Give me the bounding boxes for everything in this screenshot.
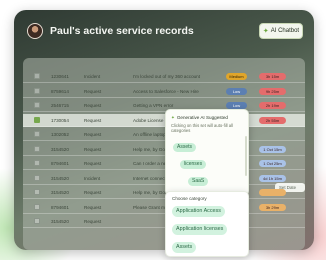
- due-badge: 3h 15m: [259, 73, 286, 80]
- record-description: I'm locked out of my 360 account: [133, 74, 201, 79]
- record-id: 3154520: [51, 175, 69, 181]
- due-badge: 1 Oct 15m: [259, 145, 286, 153]
- table-row[interactable]: 8759614 Request Access to Salesforce - New…: [23, 85, 305, 98]
- due-badge: 1 Oct 25m: [259, 160, 286, 167]
- record-type: Request: [84, 88, 102, 94]
- table-row[interactable]: 1302052 Request An offline laptop: [23, 128, 305, 141]
- table-row[interactable]: 1730054RequestAdobe LicenseHigh2h 55m: [23, 113, 305, 127]
- record-id: 3154520: [51, 146, 69, 152]
- category-option-assets[interactable]: Assets: [172, 242, 197, 253]
- row-checkbox[interactable]: [34, 189, 40, 195]
- category-dropdown: Choose category Application Access Appli…: [165, 191, 249, 257]
- record-type: Request: [84, 219, 102, 224]
- row-checkbox[interactable]: [34, 87, 40, 94]
- record-id: 1730054: [51, 117, 69, 123]
- table-row[interactable]: 8794601 Request Can I order a new... 1 Oct …: [23, 157, 305, 170]
- record-id: 1302052: [51, 132, 69, 137]
- priority-badge: Low: [226, 87, 247, 95]
- sparkle-icon: ✦: [262, 28, 269, 35]
- ai-chatbot-button[interactable]: ✦ AI Chatbot: [259, 23, 303, 39]
- record-description: An offline laptop: [133, 132, 166, 137]
- ai-chatbot-label: AI Chatbot: [270, 28, 300, 34]
- record-id: 3154520: [51, 219, 69, 224]
- ai-chip-saas[interactable]: SaaS: [188, 177, 209, 186]
- record-type: Request: [84, 204, 102, 210]
- sparkle-icon: ✦: [171, 115, 175, 120]
- table-row[interactable]: 8794601 Request Please Grant me... 3h 29m: [23, 201, 305, 214]
- records-table: Set Date 1230641 Incident I'm locked out o…: [23, 58, 305, 250]
- avatar: [27, 23, 43, 39]
- row-checkbox[interactable]: [34, 73, 40, 79]
- record-type: Incident: [84, 175, 101, 181]
- ai-chip-licenses[interactable]: licenses: [180, 160, 207, 169]
- category-option-application-access[interactable]: Application Access: [172, 206, 225, 217]
- record-type: Request: [84, 103, 102, 108]
- table-row[interactable]: 3154520 Request Help me, by Gonzal...: [23, 186, 305, 199]
- row-checkbox[interactable]: [34, 131, 40, 137]
- record-type: Request: [84, 161, 102, 166]
- row-checkbox[interactable]: [34, 218, 40, 224]
- page-title: Paul's active service records: [50, 25, 194, 37]
- row-checkbox[interactable]: [34, 116, 40, 123]
- ai-popup-heading-text: Generative AI Suggested: [176, 115, 228, 120]
- record-type: Request: [84, 146, 102, 152]
- table-row[interactable]: 3154520 Request Help me, by Gonzal... 1 Oct…: [23, 143, 305, 156]
- popup-scrollbar[interactable]: [245, 136, 247, 176]
- card-header: Paul's active service records ✦ AI Chatb…: [14, 10, 314, 52]
- record-id: 8794601: [51, 204, 69, 210]
- row-checkbox[interactable]: [34, 174, 40, 181]
- table-row[interactable]: 3154520 Incident Internet connecti... 4d 1h…: [23, 172, 305, 185]
- due-badge: 9h 25m: [259, 87, 286, 95]
- record-description: Getting a VPN error: [133, 103, 174, 108]
- table-row[interactable]: 3154520 Request: [23, 215, 305, 228]
- ai-chip-assets[interactable]: Assets: [173, 143, 197, 152]
- record-type: Request: [84, 132, 102, 137]
- record-id: 8794601: [51, 161, 69, 166]
- record-id: 1230641: [51, 74, 69, 79]
- ai-popup-description: Clicking on this set will auto-fill all …: [171, 123, 233, 134]
- table-row[interactable]: 2546715 Request Getting a VPN error Low 2h 1…: [23, 99, 305, 112]
- priority-badge: Medium: [226, 73, 247, 80]
- record-type: Incident: [84, 74, 101, 79]
- row-checkbox[interactable]: [34, 203, 40, 210]
- record-id: 3154520: [51, 190, 69, 195]
- category-title: Choose category: [172, 196, 207, 201]
- category-option-application-licenses[interactable]: Application licenses: [172, 224, 228, 235]
- due-badge: 4d 1h 15m: [259, 174, 286, 182]
- table-row[interactable]: 1230641 Incident I'm locked out of my 360 …: [23, 70, 305, 83]
- record-type: Request: [84, 190, 102, 195]
- priority-badge: Low: [226, 102, 247, 109]
- row-checkbox[interactable]: [34, 102, 40, 108]
- record-description: Access to Salesforce - New Hire: [133, 88, 199, 94]
- record-id: 2546715: [51, 103, 69, 108]
- due-badge: 2h 19m: [259, 102, 286, 109]
- record-type: Request: [84, 117, 102, 123]
- record-id: 8759614: [51, 88, 69, 94]
- due-badge: 3h 29m: [259, 203, 286, 211]
- row-checkbox[interactable]: [34, 145, 40, 152]
- ai-suggestion-popup: ✦ Generative AI Suggested Clicking on thi…: [165, 109, 249, 196]
- row-checkbox[interactable]: [34, 160, 40, 166]
- service-records-card: Paul's active service records ✦ AI Chatb…: [14, 10, 314, 250]
- record-description: Adobe License: [133, 117, 164, 123]
- due-badge: [259, 189, 286, 196]
- ai-popup-heading: ✦ Generative AI Suggested: [171, 115, 228, 121]
- due-badge: 2h 55m: [259, 116, 286, 124]
